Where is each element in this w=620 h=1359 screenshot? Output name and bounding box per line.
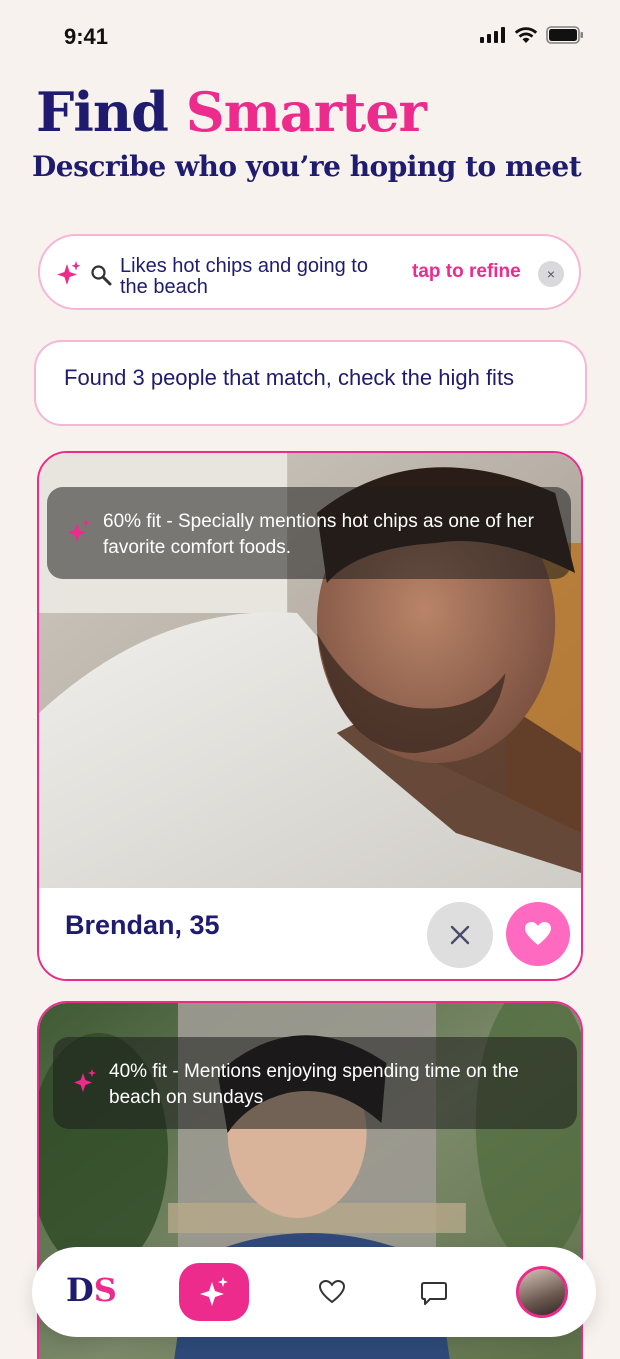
bottom-tab-bar: DS (32, 1247, 596, 1337)
status-bar: 9:41 (0, 0, 620, 70)
tab-ai-search[interactable] (179, 1263, 249, 1321)
sparkle-icon (57, 261, 81, 285)
page-subtitle: Describe who you’re hoping to meet (32, 150, 582, 183)
dismiss-button[interactable] (427, 902, 493, 968)
status-icons (480, 26, 584, 44)
like-button[interactable] (506, 902, 570, 966)
fit-explanation: 40% fit - Mentions enjoying spending tim… (53, 1037, 577, 1129)
sparkle-icon (74, 1069, 96, 1092)
heart-icon[interactable] (318, 1279, 346, 1305)
refine-link[interactable]: tap to refine (412, 261, 521, 283)
logo-letter: D (66, 1271, 94, 1309)
fit-explanation: 60% fit - Specially mentions hot chips a… (47, 487, 571, 579)
fit-text: 40% fit - Mentions enjoying spending tim… (109, 1061, 519, 1108)
status-time: 9:41 (64, 24, 109, 49)
sparkle-icon (200, 1277, 228, 1306)
app-logo[interactable]: DS (66, 1271, 117, 1309)
battery-icon (546, 26, 583, 44)
clear-search-button[interactable]: × (538, 261, 564, 287)
title-part-find: Find (36, 80, 169, 144)
chat-icon[interactable] (420, 1279, 448, 1307)
logo-heart: S (93, 1271, 117, 1309)
fit-text: 60% fit - Specially mentions hot chips a… (103, 511, 534, 558)
sparkle-icon (68, 519, 90, 542)
signal-icon (480, 27, 505, 43)
results-message: Found 3 people that match, check the hig… (64, 365, 515, 390)
search-bar[interactable]: Likes hot chips and going to the beach t… (38, 234, 581, 310)
profile-card[interactable]: 60% fit - Specially mentions hot chips a… (37, 451, 583, 981)
title-part-smarter: Smarter (185, 80, 427, 144)
close-icon (450, 925, 470, 945)
heart-icon (525, 922, 551, 945)
page-title: Find Smarter (36, 80, 427, 144)
profile-name: Brendan, 35 (65, 910, 220, 940)
results-summary: Found 3 people that match, check the hig… (34, 340, 587, 426)
search-icon (91, 265, 112, 286)
wifi-icon (514, 26, 538, 43)
avatar[interactable] (516, 1266, 568, 1318)
card-footer: Brendan, 35 (39, 888, 581, 979)
search-query[interactable]: Likes hot chips and going to the beach (120, 256, 400, 298)
